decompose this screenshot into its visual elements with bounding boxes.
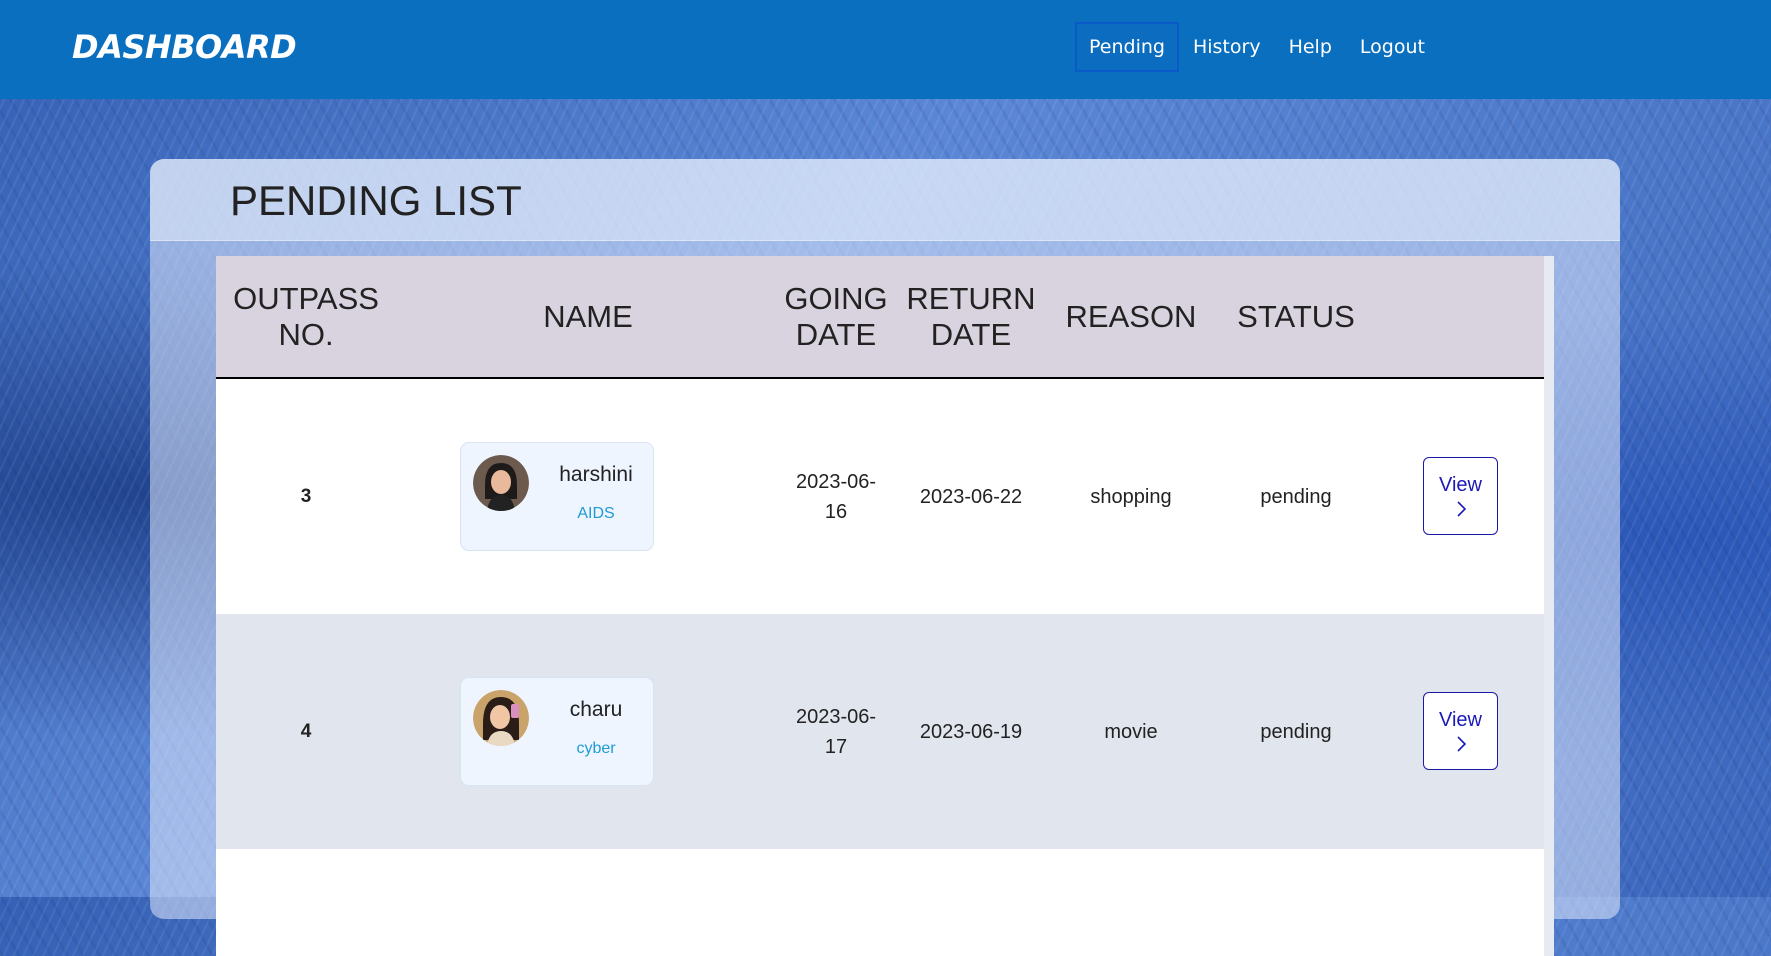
outpass-no-cell: 3 [300, 485, 312, 507]
avatar [473, 455, 529, 511]
table-row: 4 charu cyber 2023-06-17 2023-06-19 movi… [216, 614, 1544, 849]
student-dept: AIDS [577, 505, 615, 522]
chevron-right-icon [1455, 735, 1467, 758]
view-label: View [1439, 473, 1482, 496]
view-label: View [1439, 708, 1482, 731]
nav-pending[interactable]: Pending [1075, 22, 1179, 72]
student-name: harshini [559, 463, 633, 486]
status-cell: pending [1260, 720, 1332, 743]
header-outpass-no: OUTPASS NO. [233, 280, 379, 352]
pending-panel: PENDING LIST OUTPASS NO. NAME GOING DATE… [150, 159, 1620, 956]
view-button[interactable]: View [1423, 457, 1498, 535]
reason-cell: shopping [1090, 485, 1172, 508]
outpass-no-cell: 4 [300, 720, 312, 742]
brand-logo[interactable]: DASHBOARD [72, 28, 297, 66]
navbar: DASHBOARD Pending History Help Logout [0, 0, 1771, 99]
student-name: charu [569, 698, 623, 721]
nav-logout[interactable]: Logout [1346, 22, 1439, 72]
student-card: harshini AIDS [460, 442, 654, 551]
header-status: STATUS [1237, 298, 1355, 334]
header-reason: REASON [1065, 298, 1197, 334]
student-dept: cyber [576, 740, 616, 757]
going-date-cell: 2023-06-17 [776, 614, 896, 849]
return-date-cell: 2023-06-19 [919, 720, 1023, 743]
nav-links: Pending History Help Logout [1075, 22, 1439, 72]
nav-history[interactable]: History [1179, 22, 1275, 72]
header-going-date: GOING DATE [784, 280, 888, 352]
going-date-text: 2023-06-16 [795, 470, 877, 523]
nav-help[interactable]: Help [1275, 22, 1346, 72]
reason-cell: movie [1104, 720, 1158, 743]
header-return-date: RETURN DATE [906, 280, 1036, 352]
status-cell: pending [1260, 485, 1332, 508]
avatar [473, 690, 529, 746]
page-title: PENDING LIST [230, 177, 522, 224]
panel-header: PENDING LIST [150, 159, 1620, 241]
going-date-text: 2023-06-17 [795, 705, 877, 758]
table-header: OUTPASS NO. NAME GOING DATE RETURN DATE … [216, 256, 1544, 379]
pending-table: OUTPASS NO. NAME GOING DATE RETURN DATE … [216, 256, 1554, 956]
view-button[interactable]: View [1423, 692, 1498, 770]
header-name: NAME [543, 298, 633, 334]
student-card: charu cyber [460, 677, 654, 786]
chevron-right-icon [1455, 500, 1467, 523]
return-date-cell: 2023-06-22 [919, 485, 1023, 508]
table-row: 3 harshini AIDS 2023-06-16 2023-06-22 sh… [216, 379, 1544, 614]
going-date-cell: 2023-06-16 [776, 379, 896, 614]
